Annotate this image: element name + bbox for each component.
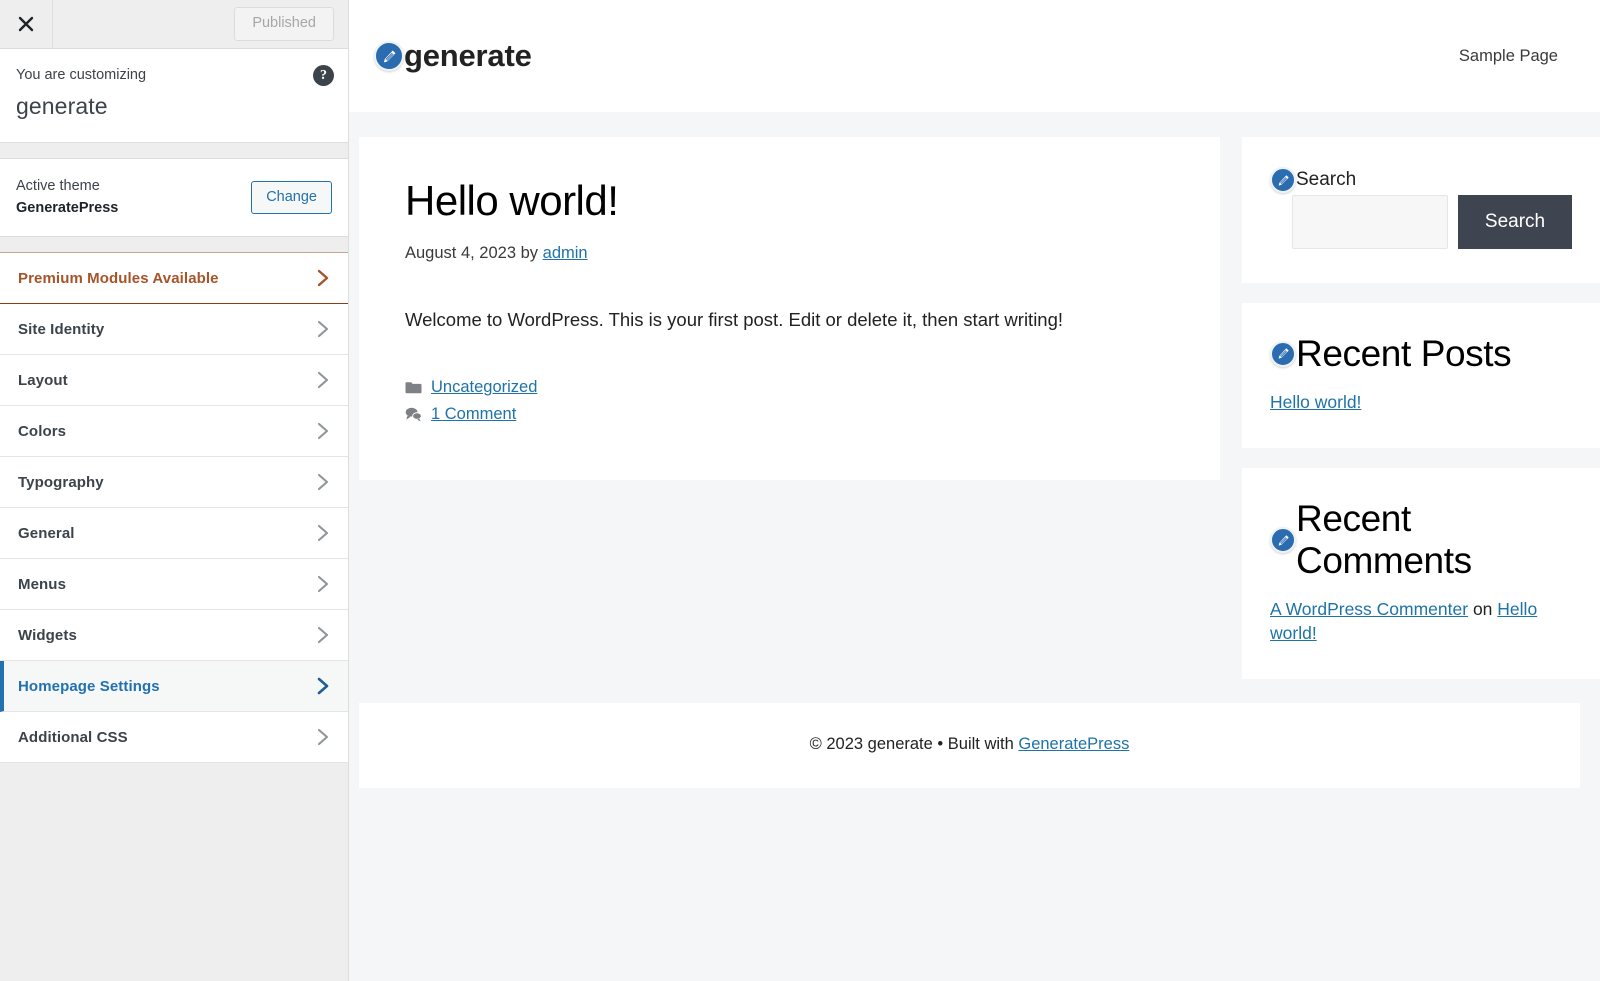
sidebar-item-typography[interactable]: Typography [0, 457, 348, 509]
sidebar-item-homepage-settings[interactable]: Homepage Settings [0, 661, 348, 713]
recent-posts-list: Hello world! [1270, 391, 1572, 415]
widget-recent-posts-title-row: Recent Posts [1270, 333, 1572, 375]
sidebar-item-layout[interactable]: Layout [0, 355, 348, 407]
chevron-right-icon [317, 524, 330, 542]
widget-recent-comments: Recent Comments A WordPress Commenter on… [1242, 468, 1600, 680]
post-article: Hello world! August 4, 2023 by admin Wel… [359, 137, 1220, 481]
chevron-right-icon [317, 473, 330, 491]
chevron-right-icon [317, 575, 330, 593]
publish-button[interactable]: Published [234, 7, 334, 41]
post-title: Hello world! [405, 177, 619, 224]
chevron-right-icon [317, 422, 330, 440]
sidebar-item-label: Colors [18, 422, 67, 440]
customizing-header: You are customizing generate ? [0, 49, 348, 143]
post-category-link[interactable]: Uncategorized [431, 378, 537, 397]
site-branding: generate [374, 38, 1459, 74]
search-button[interactable]: Search [1458, 195, 1572, 249]
comment-joiner: on [1472, 599, 1493, 620]
change-theme-button[interactable]: Change [251, 181, 332, 214]
post-entry-meta: Uncategorized 1 Comment [405, 378, 1174, 424]
post-meta: August 4, 2023 by admin [405, 244, 1174, 263]
sidebar-item-label: Additional CSS [18, 728, 128, 746]
sidebar-item-general[interactable]: General [0, 508, 348, 560]
chevron-right-icon [317, 677, 330, 695]
chevron-right-icon [317, 269, 330, 287]
nav-link-sample-page[interactable]: Sample Page [1459, 47, 1558, 66]
search-form: Search [1292, 195, 1572, 249]
panel-gap-middle [0, 237, 348, 253]
post-categories-row: Uncategorized [405, 378, 1174, 397]
main-content-column: Hello world! August 4, 2023 by admin Wel… [359, 137, 1220, 481]
site-header: generate Sample Page [349, 0, 1600, 112]
chevron-right-icon [317, 371, 330, 389]
site-content-area: Hello world! August 4, 2023 by admin Wel… [349, 112, 1600, 680]
widget-title: Recent Posts [1296, 333, 1512, 374]
sidebar-item-site-identity[interactable]: Site Identity [0, 304, 348, 356]
list-item: A WordPress Commenter on Hello world! [1270, 598, 1572, 645]
chevron-right-icon [317, 320, 330, 338]
customizer-topbar: Published [0, 0, 348, 49]
recent-post-link[interactable]: Hello world! [1270, 392, 1361, 412]
sidebar-item-label: Premium Modules Available [18, 269, 219, 287]
comment-author-link[interactable]: A WordPress Commenter [1270, 599, 1468, 619]
sidebar-item-premium-modules[interactable]: Premium Modules Available [0, 252, 348, 305]
list-item: Hello world! [1270, 391, 1572, 415]
widget-search: Search Search [1242, 137, 1600, 283]
sidebar-item-label: Site Identity [18, 320, 105, 338]
active-theme-text: Active theme GeneratePress [16, 176, 251, 220]
sidebar-item-label: Menus [18, 575, 67, 593]
edit-pencil-icon[interactable] [374, 41, 404, 71]
sidebar-item-label: Widgets [18, 626, 77, 644]
sidebar-item-additional-css[interactable]: Additional CSS [0, 712, 348, 764]
edit-pencil-icon[interactable] [1270, 527, 1296, 554]
post-date: August 4, 2023 [405, 244, 517, 263]
site-navigation: Sample Page [1459, 47, 1558, 66]
chevron-right-icon [317, 626, 330, 644]
widget-recent-posts: Recent Posts Hello world! [1242, 303, 1600, 449]
widget-title: Search [1296, 169, 1357, 190]
active-theme-row: Active theme GeneratePress Change [0, 157, 348, 238]
panel-gap-top [0, 142, 348, 158]
widget-title: Recent Comments [1296, 498, 1472, 582]
panel-empty-space [0, 763, 348, 981]
post-body-text: Welcome to WordPress. This is your first… [405, 309, 1064, 331]
active-theme-name: GeneratePress [16, 199, 119, 216]
post-meta-by: by [520, 244, 539, 263]
recent-comments-list: A WordPress Commenter on Hello world! [1270, 598, 1572, 645]
customizer-sections: Premium Modules Available Site Identity … [0, 252, 348, 764]
sidebar-item-menus[interactable]: Menus [0, 559, 348, 611]
post-comments-link[interactable]: 1 Comment [431, 405, 516, 424]
customizing-label: You are customizing [16, 67, 147, 83]
sidebar-widgets: Search Search Recent Posts Hello world! … [1242, 137, 1600, 680]
customizer-panel: Published You are customizing generate ?… [0, 0, 349, 981]
folder-icon [405, 381, 422, 395]
footer-copyright: © 2023 generate • Built with [809, 735, 1014, 754]
chevron-right-icon [317, 728, 330, 746]
sidebar-item-label: Homepage Settings [18, 677, 160, 695]
post-comments-row: 1 Comment [405, 405, 1174, 424]
footer-generatepress-link[interactable]: GeneratePress [1018, 735, 1129, 753]
comment-bubble-icon [405, 407, 422, 422]
customizing-site-title: generate [16, 92, 108, 119]
post-author-link[interactable]: admin [543, 244, 588, 262]
site-footer: © 2023 generate • Built with GeneratePre… [359, 703, 1580, 789]
sidebar-item-label: General [18, 524, 75, 542]
help-icon[interactable]: ? [313, 65, 334, 86]
widget-recent-comments-title-row: Recent Comments [1270, 498, 1572, 582]
close-icon[interactable] [0, 0, 53, 48]
site-preview: generate Sample Page Hello world! August… [349, 0, 1600, 981]
sidebar-item-label: Typography [18, 473, 104, 491]
edit-pencil-icon[interactable] [1270, 340, 1296, 367]
sidebar-item-colors[interactable]: Colors [0, 406, 348, 458]
sidebar-item-label: Layout [18, 371, 68, 389]
active-theme-label: Active theme [16, 177, 100, 194]
widget-search-title-row: Search [1270, 167, 1572, 193]
edit-pencil-icon[interactable] [1270, 167, 1296, 193]
site-title: generate [404, 38, 532, 73]
sidebar-item-widgets[interactable]: Widgets [0, 610, 348, 662]
search-input[interactable] [1292, 195, 1448, 249]
customizer-screen: Published You are customizing generate ?… [0, 0, 1600, 981]
